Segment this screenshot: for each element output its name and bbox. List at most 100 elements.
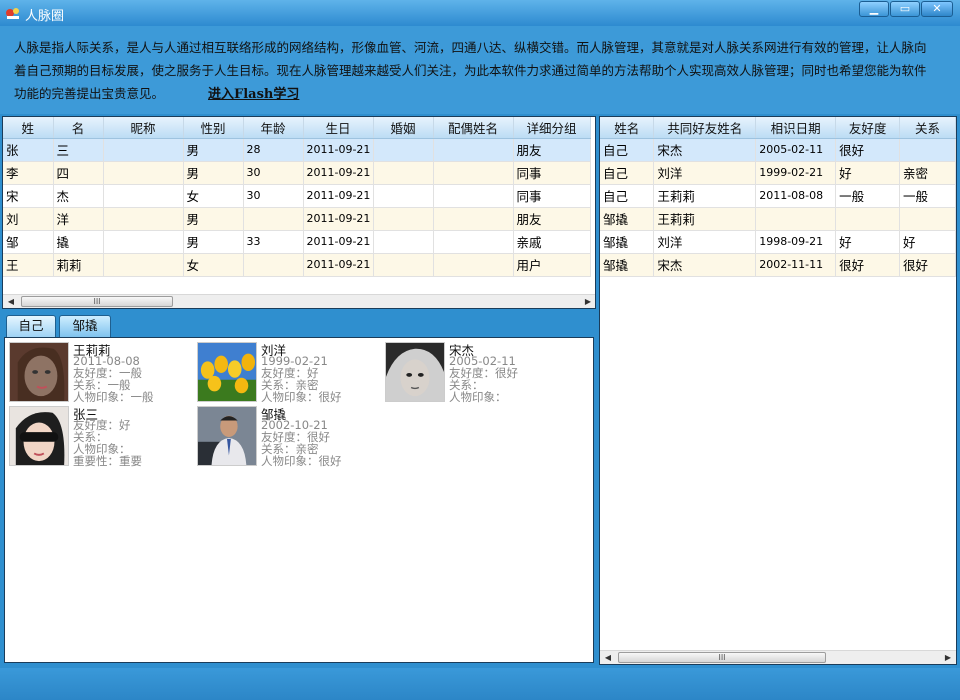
scroll-right-arrow[interactable]: ▶: [941, 651, 955, 664]
table-cell[interactable]: 亲密: [899, 161, 956, 185]
table-cell[interactable]: [243, 207, 304, 231]
table-cell[interactable]: 莉莉: [53, 253, 104, 277]
table-cell[interactable]: 2011-09-21: [303, 161, 374, 185]
table-cell[interactable]: 好: [835, 161, 901, 185]
table-cell[interactable]: 同事: [513, 184, 591, 208]
close-button[interactable]: ✕: [921, 1, 953, 17]
maximize-button[interactable]: ▭: [890, 1, 920, 17]
column-header[interactable]: 友好度: [835, 117, 901, 139]
table-cell[interactable]: 男: [183, 230, 244, 254]
table-cell[interactable]: [373, 184, 434, 208]
table-cell[interactable]: [433, 161, 514, 185]
table-cell[interactable]: 男: [183, 161, 244, 185]
column-header[interactable]: 姓: [3, 117, 54, 139]
table-row[interactable]: 王莉莉 女 2011-09-21 用户: [3, 253, 591, 277]
table-cell[interactable]: 四: [53, 161, 104, 185]
column-header[interactable]: 共同好友姓名: [653, 117, 757, 139]
table-cell[interactable]: 很好: [899, 253, 956, 277]
table-cell[interactable]: 撬: [53, 230, 104, 254]
scroll-left-arrow[interactable]: ◀: [4, 295, 18, 308]
table-row[interactable]: 宋杰 女 30 2011-09-21 同事: [3, 184, 591, 208]
scroll-thumb[interactable]: III: [21, 296, 173, 307]
table-cell[interactable]: 2011-09-21: [303, 138, 374, 162]
table-cell[interactable]: [103, 253, 184, 277]
table-cell[interactable]: 刘: [3, 207, 54, 231]
table-cell[interactable]: 2011-09-21: [303, 230, 374, 254]
table-cell[interactable]: 邹撬: [600, 253, 655, 277]
table-cell[interactable]: 很好: [835, 138, 901, 162]
table-cell[interactable]: 女: [183, 253, 244, 277]
table-row[interactable]: 邹撬 男 33 2011-09-21 亲戚: [3, 230, 591, 254]
column-header[interactable]: 相识日期: [755, 117, 837, 139]
column-header[interactable]: 年龄: [243, 117, 304, 139]
table-row[interactable]: 自己 刘洋 1999-02-21 好亲密: [600, 161, 956, 185]
table-cell[interactable]: [373, 161, 434, 185]
table-cell[interactable]: 男: [183, 207, 244, 231]
table-cell[interactable]: [433, 138, 514, 162]
table-row[interactable]: 李四 男 30 2011-09-21 同事: [3, 161, 591, 185]
table-cell[interactable]: [373, 253, 434, 277]
table-cell[interactable]: 宋: [3, 184, 54, 208]
scroll-left-arrow[interactable]: ◀: [601, 651, 615, 664]
table-cell[interactable]: 宋杰: [653, 253, 757, 277]
table-cell[interactable]: [433, 184, 514, 208]
table-cell[interactable]: [433, 253, 514, 277]
table-cell[interactable]: 女: [183, 184, 244, 208]
friend-card[interactable]: 王莉莉 2011-08-08 友好度：一般 关系：一般 人物印象：一般: [9, 342, 197, 404]
table-cell[interactable]: 王莉莉: [653, 184, 757, 208]
table-cell[interactable]: [835, 207, 901, 231]
table-cell[interactable]: 刘洋: [653, 230, 757, 254]
table-cell[interactable]: [373, 207, 434, 231]
mutual-hscrollbar[interactable]: ◀ III ▶: [600, 650, 956, 664]
table-cell[interactable]: 邹撬: [600, 230, 655, 254]
column-header[interactable]: 性别: [183, 117, 244, 139]
table-cell[interactable]: 很好: [835, 253, 901, 277]
table-cell[interactable]: 1999-02-21: [755, 161, 837, 185]
table-row[interactable]: 自己 王莉莉 2011-08-08 一般 一般: [600, 184, 956, 208]
table-cell[interactable]: [373, 138, 434, 162]
table-cell[interactable]: 王: [3, 253, 54, 277]
table-cell[interactable]: [899, 207, 956, 231]
table-cell[interactable]: 2002-11-11: [755, 253, 837, 277]
column-header[interactable]: 配偶姓名: [433, 117, 514, 139]
flash-learning-link[interactable]: 进入Flash学习: [208, 87, 299, 102]
column-header[interactable]: 关系: [899, 117, 956, 139]
table-cell[interactable]: 朋友: [513, 207, 591, 231]
table-cell[interactable]: 王莉莉: [653, 207, 757, 231]
table-cell[interactable]: [433, 207, 514, 231]
contacts-hscrollbar[interactable]: ◀ III ▶: [3, 294, 595, 308]
table-cell[interactable]: [103, 138, 184, 162]
table-cell[interactable]: [243, 253, 304, 277]
table-cell[interactable]: 2011-09-21: [303, 207, 374, 231]
column-header[interactable]: 生日: [303, 117, 374, 139]
table-cell[interactable]: 30: [243, 161, 304, 185]
table-cell[interactable]: 用户: [513, 253, 591, 277]
table-row[interactable]: 张三 男 28 2011-09-21 朋友: [3, 138, 591, 162]
table-row[interactable]: 邹撬 刘洋 1998-09-21 好好: [600, 230, 956, 254]
table-cell[interactable]: 33: [243, 230, 304, 254]
table-cell[interactable]: [103, 184, 184, 208]
column-header[interactable]: 昵称: [103, 117, 184, 139]
tab-zouqiao[interactable]: 邹撬: [59, 315, 111, 337]
table-cell[interactable]: 张: [3, 138, 54, 162]
table-cell[interactable]: 三: [53, 138, 104, 162]
table-cell[interactable]: 亲戚: [513, 230, 591, 254]
table-cell[interactable]: 男: [183, 138, 244, 162]
table-cell[interactable]: 一般: [899, 184, 956, 208]
table-cell[interactable]: 2011-09-21: [303, 184, 374, 208]
table-cell[interactable]: [433, 230, 514, 254]
table-cell[interactable]: [755, 207, 837, 231]
friend-card[interactable]: 张三 友好度：好 关系： 人物印象： 重要性：重要: [9, 406, 197, 468]
column-header[interactable]: 姓名: [600, 117, 655, 139]
table-cell[interactable]: 邹撬: [600, 207, 655, 231]
table-row[interactable]: 自己 宋杰 2005-02-11 很好: [600, 138, 956, 162]
table-cell[interactable]: 28: [243, 138, 304, 162]
table-cell[interactable]: 2005-02-11: [755, 138, 837, 162]
table-cell[interactable]: 宋杰: [653, 138, 757, 162]
table-cell[interactable]: [103, 230, 184, 254]
table-row[interactable]: 邹撬 王莉莉: [600, 207, 956, 231]
table-cell[interactable]: 2011-08-08: [755, 184, 837, 208]
table-cell[interactable]: 刘洋: [653, 161, 757, 185]
table-cell[interactable]: 1998-09-21: [755, 230, 837, 254]
table-cell[interactable]: 同事: [513, 161, 591, 185]
